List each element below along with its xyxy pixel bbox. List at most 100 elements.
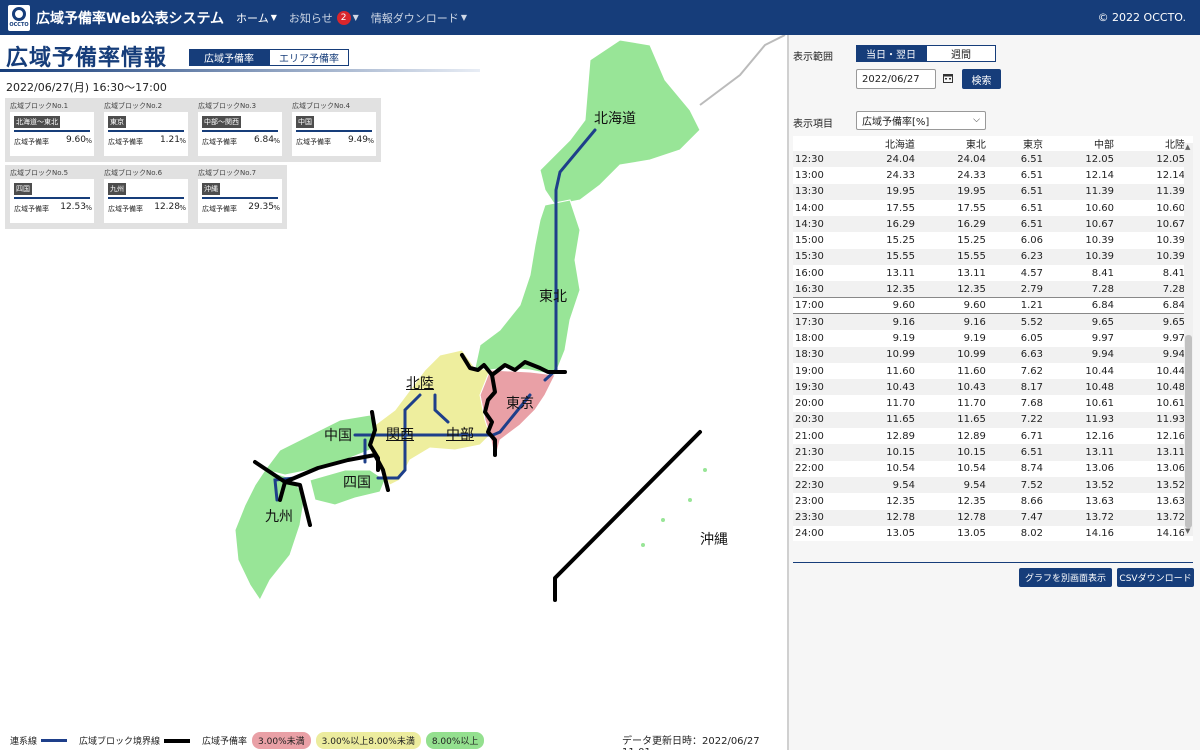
time-cell: 16:00 bbox=[793, 265, 845, 282]
app-title[interactable]: 広域予備率Web公表システム bbox=[36, 8, 224, 28]
value-cell: 10.43 bbox=[918, 379, 990, 396]
card-rate-unit: % bbox=[179, 137, 186, 145]
table-body: 12:30 24.04 24.04 6.51 12.05 12.05 13:00 24.33 2… bbox=[793, 151, 1189, 541]
map-label-shikoku[interactable]: 四国 bbox=[343, 472, 371, 492]
csv-download-button[interactable]: CSVダウンロード bbox=[1117, 568, 1194, 587]
block-card[interactable]: 広域ブロックNo.3 中部〜関西 広域予備率 6.84 % bbox=[193, 98, 287, 162]
value-cell: 11.60 bbox=[845, 362, 919, 380]
region-kyushu bbox=[234, 469, 306, 601]
legend-black-line bbox=[164, 738, 191, 743]
value-cell: 8.17 bbox=[989, 379, 1048, 396]
chevron-down-icon: ▼ bbox=[270, 13, 277, 22]
reserve-table: 北海道 東北 東京 中部 北陸 12:30 24.04 24.04 6.51 12.05 12.0… bbox=[793, 136, 1193, 541]
card-block-name: 沖縄 bbox=[202, 183, 220, 195]
map-label-kyushu[interactable]: 九州 bbox=[265, 506, 293, 526]
chevron-down-icon: ⌵ bbox=[973, 115, 980, 125]
value-cell: 12.89 bbox=[845, 428, 919, 445]
title-underline bbox=[0, 69, 480, 72]
range-today-button[interactable]: 当日・翌日 bbox=[856, 45, 926, 62]
value-cell: 6.05 bbox=[989, 330, 1048, 347]
card-rate-unit: % bbox=[179, 204, 186, 212]
map-label-hokuriku[interactable]: 北陸 bbox=[406, 373, 434, 393]
value-cell: 10.67 bbox=[1117, 216, 1189, 233]
map-label-okinawa[interactable]: 沖縄 bbox=[700, 529, 728, 549]
tab-wide-area-reserve[interactable]: 広域予備率 bbox=[189, 49, 269, 66]
card-body: 中国 広域予備率 9.49 % bbox=[292, 112, 376, 156]
table-scrollbar[interactable]: ▲ ▼ bbox=[1184, 143, 1193, 536]
scroll-thumb[interactable] bbox=[1185, 335, 1192, 528]
value-cell: 8.74 bbox=[989, 460, 1048, 477]
value-cell: 24.04 bbox=[918, 151, 990, 168]
display-item-value: 広域予備率[%] bbox=[862, 117, 930, 128]
map-label-tohoku[interactable]: 東北 bbox=[539, 286, 567, 306]
map-label-tokyo[interactable]: 東京 bbox=[506, 393, 534, 413]
value-cell: 10.15 bbox=[845, 444, 919, 461]
value-cell: 10.43 bbox=[845, 379, 919, 396]
map-label-chugoku[interactable]: 中国 bbox=[324, 425, 352, 445]
value-cell: 17.55 bbox=[918, 199, 990, 217]
nav-download[interactable]: 情報ダウンロード ▼ bbox=[371, 10, 467, 26]
value-cell: 9.65 bbox=[1117, 313, 1189, 331]
column-header: 東京 bbox=[989, 136, 1048, 151]
map-label-kansai[interactable]: 関西 bbox=[386, 424, 414, 444]
card-body: 東京 広域予備率 1.21 % bbox=[104, 112, 188, 156]
value-cell: 11.93 bbox=[1117, 411, 1189, 429]
map-label-hokkaido[interactable]: 北海道 bbox=[594, 108, 636, 128]
value-cell: 6.51 bbox=[989, 151, 1048, 168]
block-card[interactable]: 広域ブロックNo.2 東京 広域予備率 1.21 % bbox=[99, 98, 193, 162]
value-cell: 12.35 bbox=[918, 493, 990, 510]
value-cell: 13.05 bbox=[918, 525, 990, 541]
table-row: 16:00 13.11 13.11 4.57 8.41 8.41 bbox=[793, 265, 1189, 282]
nav-home[interactable]: ホーム ▼ bbox=[236, 10, 277, 26]
chevron-down-icon: ▼ bbox=[352, 13, 359, 22]
time-cell: 23:00 bbox=[793, 493, 845, 510]
column-header: 中部 bbox=[1047, 136, 1118, 151]
value-cell: 10.39 bbox=[1117, 232, 1189, 249]
block-card[interactable]: 広域ブロックNo.7 沖縄 広域予備率 29.35 % bbox=[193, 165, 287, 229]
block-card[interactable]: 広域ブロックNo.4 中国 広域予備率 9.49 % bbox=[287, 98, 381, 162]
value-cell: 12.14 bbox=[1117, 167, 1189, 184]
legend-low-badge: 3.00%未満 bbox=[252, 732, 311, 749]
card-divider bbox=[202, 130, 278, 132]
okinawa-island bbox=[703, 468, 707, 472]
scroll-down-icon[interactable]: ▼ bbox=[1185, 527, 1190, 535]
value-cell: 7.68 bbox=[989, 395, 1048, 412]
scroll-up-icon[interactable]: ▲ bbox=[1185, 143, 1190, 151]
value-cell: 8.66 bbox=[989, 493, 1048, 510]
region-tokyo bbox=[479, 369, 556, 461]
map-label-chubu[interactable]: 中部 bbox=[446, 424, 474, 444]
value-cell: 12.16 bbox=[1047, 428, 1118, 445]
display-item-select[interactable]: 広域予備率[%] ⌵ bbox=[856, 111, 986, 130]
search-button[interactable]: 検索 bbox=[962, 69, 1001, 89]
block-card[interactable]: 広域ブロックNo.6 九州 広域予備率 12.28 % bbox=[99, 165, 193, 229]
value-cell: 13.05 bbox=[845, 525, 919, 541]
card-body: 中部〜関西 広域予備率 6.84 % bbox=[198, 112, 282, 156]
range-week-button[interactable]: 週間 bbox=[926, 45, 996, 62]
tab-area-reserve[interactable]: エリア予備率 bbox=[269, 49, 349, 66]
graph-window-button[interactable]: グラフを別画面表示 bbox=[1019, 568, 1112, 587]
time-cell: 12:30 bbox=[793, 151, 845, 168]
range-label: 表示範囲 bbox=[793, 52, 833, 63]
card-body: 北海道〜東北 広域予備率 9.60 % bbox=[10, 112, 94, 156]
card-body: 沖縄 広域予備率 29.35 % bbox=[198, 179, 282, 223]
occto-logo[interactable]: OCCTO bbox=[8, 4, 30, 31]
value-cell: 9.60 bbox=[845, 297, 919, 315]
card-rate-label: 広域予備率 bbox=[14, 138, 49, 146]
block-card[interactable]: 広域ブロックNo.1 北海道〜東北 広域予備率 9.60 % bbox=[5, 98, 99, 162]
calendar-icon[interactable] bbox=[943, 73, 953, 83]
value-cell: 9.16 bbox=[918, 313, 990, 331]
time-cell: 18:00 bbox=[793, 330, 845, 347]
header-time bbox=[793, 136, 845, 151]
table-row: 18:00 9.19 9.19 6.05 9.97 9.97 bbox=[793, 330, 1189, 347]
value-cell: 6.71 bbox=[989, 428, 1048, 445]
value-cell: 10.99 bbox=[845, 346, 919, 363]
legend-boundary-line-label: 広域ブロック境界線 bbox=[79, 737, 161, 747]
period-text: 2022/06/27(月) 16:30～17:00 bbox=[6, 81, 167, 94]
value-cell: 7.28 bbox=[1117, 281, 1189, 298]
value-cell: 5.52 bbox=[989, 313, 1048, 331]
date-input[interactable]: 2022/06/27 bbox=[856, 69, 936, 89]
value-cell: 9.97 bbox=[1117, 330, 1189, 347]
nav-news[interactable]: お知らせ 2 ▼ bbox=[289, 10, 359, 26]
table-row: 20:00 11.70 11.70 7.68 10.61 10.61 bbox=[793, 395, 1189, 412]
block-card[interactable]: 広域ブロックNo.5 四国 広域予備率 12.53 % bbox=[5, 165, 99, 229]
